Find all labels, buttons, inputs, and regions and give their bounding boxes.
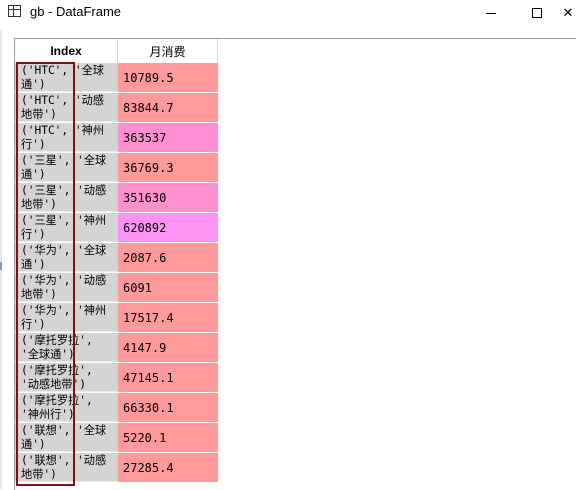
index-cell-line1: ('三星', '动感 <box>21 184 107 197</box>
table-row[interactable]: ('联想', '动感 地带') 27285.4 <box>15 453 218 483</box>
index-cell-line1: ('HTC', '神州 <box>21 124 104 137</box>
index-cell[interactable]: ('摩托罗拉', '神州行') <box>15 393 118 422</box>
index-cell[interactable]: ('HTC', '动感 地带') <box>15 93 118 122</box>
title-bar: gb - DataFrame ✕ <box>0 0 576 26</box>
index-cell-line2: 行') <box>21 317 46 331</box>
value-cell[interactable]: 17517.4 <box>118 303 218 332</box>
index-cell-line2: 行') <box>21 227 46 241</box>
index-cell[interactable]: ('联想', '动感 地带') <box>15 453 118 482</box>
table-row[interactable]: ('联想', '全球 通') 5220.1 <box>15 423 218 453</box>
index-cell-line2: 地带') <box>21 197 57 211</box>
value-cell[interactable]: 47145.1 <box>118 363 218 392</box>
index-cell-line2: 通') <box>21 77 46 91</box>
index-cell-line2: 地带') <box>21 467 57 481</box>
value-cell[interactable]: 5220.1 <box>118 423 218 452</box>
value-cell[interactable]: 27285.4 <box>118 453 218 482</box>
table-row[interactable]: ('华为', '神州 行') 17517.4 <box>15 303 218 333</box>
table-icon <box>8 5 21 17</box>
value-cell[interactable]: 66330.1 <box>118 393 218 422</box>
dataframe-table[interactable]: Index 月消费 ('HTC', '全球 通') 10789.5 ('HTC', '… <box>14 38 576 490</box>
index-cell-line2: 通') <box>21 257 46 271</box>
index-cell[interactable]: ('三星', '全球 通') <box>15 153 118 182</box>
maximize-icon <box>532 8 542 18</box>
index-cell-line1: ('摩托罗拉', <box>21 334 93 347</box>
index-cell[interactable]: ('摩托罗拉', '全球通') <box>15 333 118 362</box>
table-row[interactable]: ('三星', '动感 地带') 351630 <box>15 183 218 213</box>
table-body: ('HTC', '全球 通') 10789.5 ('HTC', '动感 地带') 8384… <box>15 63 218 483</box>
index-cell[interactable]: ('三星', '神州 行') <box>15 213 118 242</box>
table-row[interactable]: ('摩托罗拉', '全球通') 4147.9 <box>15 333 218 363</box>
index-cell-line1: ('华为', '全球 <box>21 244 107 257</box>
value-cell[interactable]: 2087.6 <box>118 243 218 272</box>
index-cell-line1: ('HTC', '全球 <box>21 64 104 77</box>
index-cell[interactable]: ('摩托罗拉', '动感地带') <box>15 363 118 392</box>
index-cell[interactable]: ('三星', '动感 地带') <box>15 183 118 212</box>
window-left-edge <box>0 30 2 489</box>
index-cell-line2: '动感地带') <box>21 377 86 391</box>
index-cell[interactable]: ('华为', '神州 行') <box>15 303 118 332</box>
index-cell-line1: ('联想', '全球 <box>21 424 107 437</box>
index-cell-line1: ('HTC', '动感 <box>21 94 104 107</box>
index-cell[interactable]: ('华为', '全球 通') <box>15 243 118 272</box>
close-icon: ✕ <box>562 5 574 21</box>
table-row[interactable]: ('HTC', '神州 行') 363537 <box>15 123 218 153</box>
index-cell-line2: '全球通') <box>21 347 75 361</box>
maximize-button[interactable] <box>514 0 560 26</box>
value-cell[interactable]: 4147.9 <box>118 333 218 362</box>
value-cell[interactable]: 6091 <box>118 273 218 302</box>
index-cell-line2: 通') <box>21 437 46 451</box>
index-cell[interactable]: ('华为', '动感 地带') <box>15 273 118 302</box>
index-cell-line2: 地带') <box>21 107 57 121</box>
index-cell-line1: ('华为', '动感 <box>21 274 107 287</box>
table-row[interactable]: ('华为', '全球 通') 2087.6 <box>15 243 218 273</box>
table-row[interactable]: ('摩托罗拉', '动感地带') 47145.1 <box>15 363 218 393</box>
index-cell-line1: ('摩托罗拉', <box>21 394 93 407</box>
index-cell-line2: '神州行') <box>21 407 75 421</box>
window-title: gb - DataFrame <box>30 4 122 19</box>
table-row[interactable]: ('HTC', '全球 通') 10789.5 <box>15 63 218 93</box>
value-cell[interactable]: 620892 <box>118 213 218 242</box>
edge-marker <box>0 262 2 270</box>
index-cell-line2: 通') <box>21 167 46 181</box>
index-cell[interactable]: ('HTC', '全球 通') <box>15 63 118 92</box>
index-cell[interactable]: ('HTC', '神州 行') <box>15 123 118 152</box>
table-row[interactable]: ('三星', '全球 通') 36769.3 <box>15 153 218 183</box>
index-cell-line1: ('联想', '动感 <box>21 454 107 467</box>
column-header-monthly-spend[interactable]: 月消费 <box>118 39 218 63</box>
minimize-icon <box>486 12 496 14</box>
index-cell[interactable]: ('联想', '全球 通') <box>15 423 118 452</box>
value-cell[interactable]: 36769.3 <box>118 153 218 182</box>
index-cell-line1: ('三星', '全球 <box>21 154 107 167</box>
value-cell[interactable]: 10789.5 <box>118 63 218 92</box>
close-button[interactable]: ✕ <box>560 0 576 26</box>
value-cell[interactable]: 351630 <box>118 183 218 212</box>
value-cell[interactable]: 363537 <box>118 123 218 152</box>
table-row[interactable]: ('华为', '动感 地带') 6091 <box>15 273 218 303</box>
minimize-button[interactable] <box>468 0 514 26</box>
index-cell-line1: ('摩托罗拉', <box>21 364 93 377</box>
index-cell-line1: ('三星', '神州 <box>21 214 107 227</box>
table-row[interactable]: ('摩托罗拉', '神州行') 66330.1 <box>15 393 218 423</box>
table-row[interactable]: ('HTC', '动感 地带') 83844.7 <box>15 93 218 123</box>
index-header[interactable]: Index <box>15 39 118 63</box>
index-cell-line2: 行') <box>21 137 46 151</box>
table-row[interactable]: ('三星', '神州 行') 620892 <box>15 213 218 243</box>
value-cell[interactable]: 83844.7 <box>118 93 218 122</box>
index-cell-line1: ('华为', '神州 <box>21 304 107 317</box>
index-cell-line2: 地带') <box>21 287 57 301</box>
